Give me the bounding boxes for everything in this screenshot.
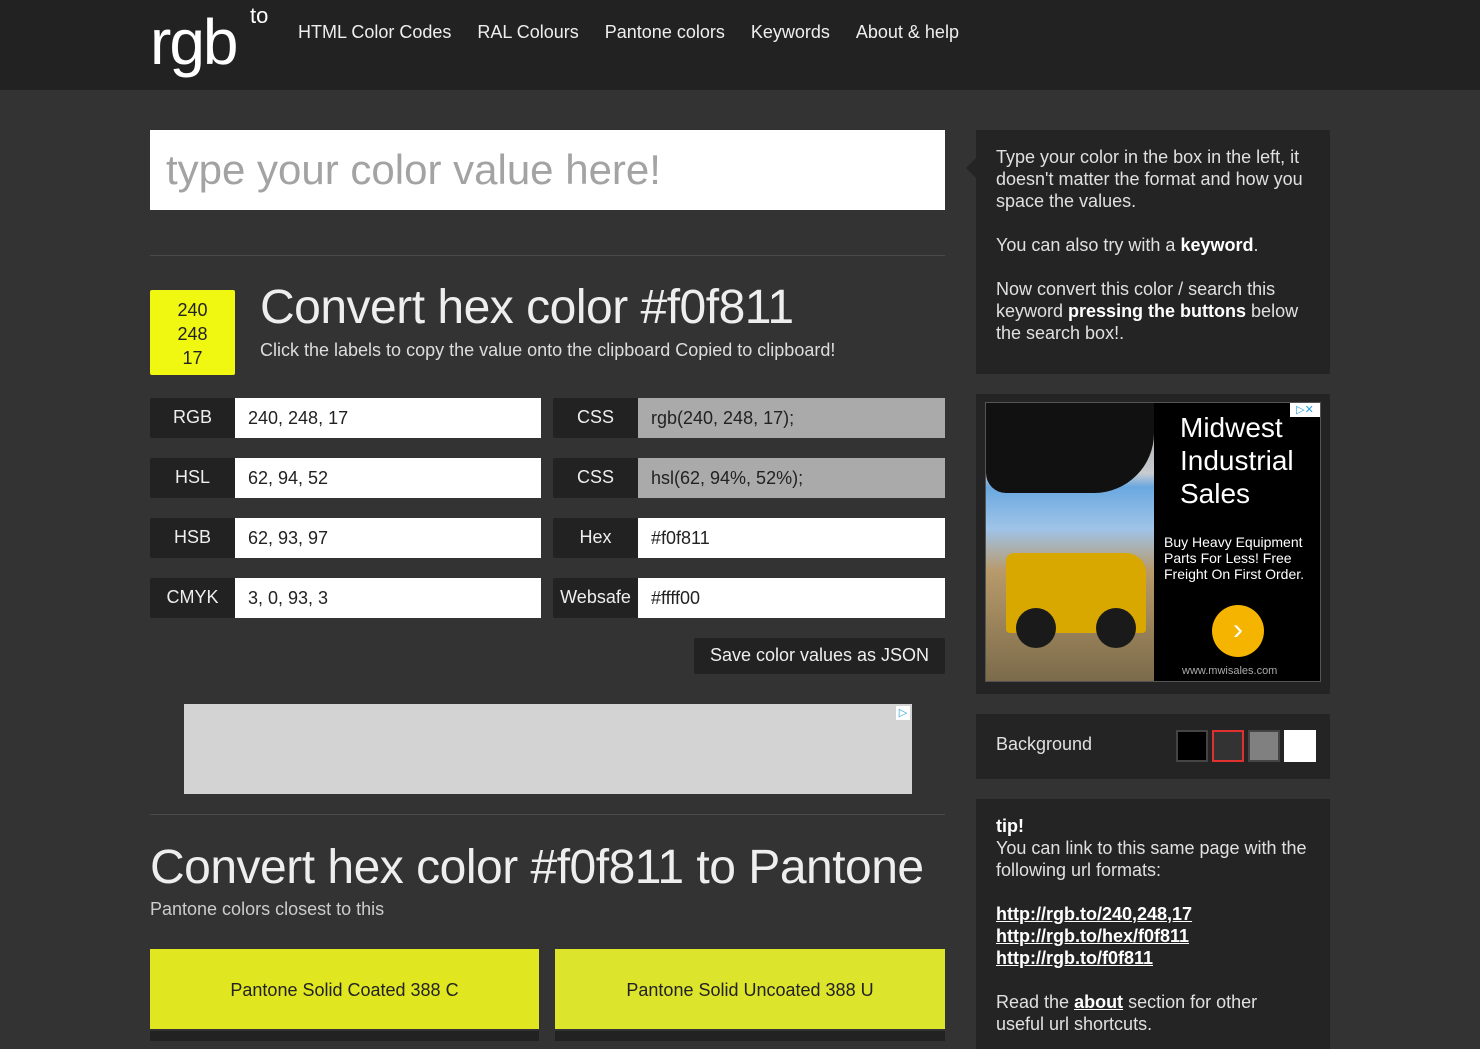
websafe-value[interactable]: #ffff00 bbox=[638, 578, 945, 618]
tip-intro: You can link to this same page with the … bbox=[996, 838, 1307, 880]
help-text-2: You can also try with a keyword. bbox=[996, 235, 1259, 255]
websafe-row: Websafe #ffff00 bbox=[553, 578, 945, 618]
pantone-coated-name: Pantone Solid Coated 388 C bbox=[230, 980, 459, 1000]
css-hsl-row: CSS hsl(62, 94%, 52%); bbox=[553, 458, 945, 498]
bg-swatch-white[interactable] bbox=[1284, 730, 1316, 762]
hsl-row: HSL 62, 94, 52 bbox=[150, 458, 541, 498]
logo-text: rgb bbox=[150, 6, 238, 78]
websafe-label[interactable]: Websafe bbox=[553, 578, 638, 618]
rgb-row: RGB 240, 248, 17 bbox=[150, 398, 541, 438]
background-label: Background bbox=[996, 734, 1093, 754]
help-panel: Type your color in the box in the left, … bbox=[966, 130, 1330, 374]
hsb-label[interactable]: HSB bbox=[150, 518, 235, 558]
banner-ad[interactable]: ▷ bbox=[184, 704, 912, 794]
nav-about-help[interactable]: About & help bbox=[856, 20, 959, 44]
hsl-value[interactable]: 62, 94, 52 bbox=[235, 458, 541, 498]
ad-truck-wheel bbox=[1016, 608, 1056, 648]
swatch-blue: 17 bbox=[182, 348, 203, 368]
copy-instructions: Click the labels to copy the value onto … bbox=[260, 340, 836, 360]
background-panel: Background bbox=[976, 714, 1330, 779]
pantone-title: Convert hex color #f0f811 to Pantone bbox=[150, 841, 924, 894]
help-text-1: Type your color in the box in the left, … bbox=[996, 147, 1303, 211]
swatch-red: 240 bbox=[177, 300, 208, 320]
color-swatch: 240 248 17 bbox=[150, 290, 235, 375]
divider bbox=[150, 255, 945, 256]
css-rgb-row: CSS rgb(240, 248, 17); bbox=[553, 398, 945, 438]
css-rgb-label[interactable]: CSS bbox=[553, 398, 638, 438]
tip-panel: tip! You can link to this same page with… bbox=[976, 799, 1330, 1049]
pantone-subtitle: Pantone colors closest to this bbox=[150, 899, 385, 919]
ad-photo-blot bbox=[986, 403, 1154, 493]
bg-swatch-black[interactable] bbox=[1176, 730, 1208, 762]
tip-heading: tip! bbox=[996, 816, 1024, 836]
bg-swatch-grey[interactable] bbox=[1248, 730, 1280, 762]
main-nav: HTML Color Codes RAL Colours Pantone col… bbox=[298, 20, 985, 44]
swatch-green: 248 bbox=[177, 324, 208, 344]
sidebar-ad-panel: Midwest Industrial Sales Buy Heavy Equip… bbox=[976, 394, 1330, 694]
adchoices-icon[interactable]: ▷ bbox=[896, 706, 910, 720]
top-navbar: rgb to HTML Color Codes RAL Colours Panto… bbox=[0, 0, 1480, 90]
logo-superscript: to bbox=[250, 3, 269, 28]
pointer-arrow bbox=[966, 158, 976, 178]
tip-link-rgb[interactable]: http://rgb.to/240,248,17 bbox=[996, 903, 1310, 925]
pantone-coated-card[interactable]: Pantone Solid Coated 388 C bbox=[150, 949, 539, 1029]
ad-url: www.mwisales.com bbox=[1182, 665, 1278, 677]
pantone-uncoated-name: Pantone Solid Uncoated 388 U bbox=[626, 980, 874, 1000]
cmyk-value[interactable]: 3, 0, 93, 3 bbox=[235, 578, 541, 618]
sidebar-ad[interactable]: Midwest Industrial Sales Buy Heavy Equip… bbox=[985, 402, 1321, 682]
tip-link-short[interactable]: http://rgb.to/f0f811 bbox=[996, 947, 1310, 969]
help-text-3: Now convert this color / search this key… bbox=[996, 279, 1299, 343]
ad-truck-wheel bbox=[1096, 608, 1136, 648]
nav-keywords[interactable]: Keywords bbox=[751, 20, 830, 44]
chevron-right-icon[interactable]: › bbox=[1212, 605, 1264, 657]
nav-pantone-colors[interactable]: Pantone colors bbox=[605, 20, 725, 44]
hsb-value[interactable]: 62, 93, 97 bbox=[235, 518, 541, 558]
ad-body: Buy Heavy Equipment Parts For Less! Free… bbox=[1164, 534, 1305, 582]
hsl-label[interactable]: HSL bbox=[150, 458, 235, 498]
hex-label[interactable]: Hex bbox=[553, 518, 638, 558]
css-rgb-value[interactable]: rgb(240, 248, 17); bbox=[638, 398, 945, 438]
cmyk-label[interactable]: CMYK bbox=[150, 578, 235, 618]
site-logo[interactable]: rgb to bbox=[150, 2, 268, 82]
pantone-uncoated-card[interactable]: Pantone Solid Uncoated 388 U bbox=[555, 949, 945, 1029]
about-link[interactable]: about bbox=[1074, 992, 1123, 1012]
pantone-uncoated-values bbox=[555, 1031, 945, 1041]
tip-outro: Read the about section for other useful … bbox=[996, 992, 1258, 1034]
ad-headline[interactable]: Midwest Industrial Sales bbox=[1180, 411, 1320, 510]
tip-links: http://rgb.to/240,248,17 http://rgb.to/h… bbox=[996, 903, 1310, 969]
bg-swatch-dark[interactable] bbox=[1212, 730, 1244, 762]
pantone-coated-values bbox=[150, 1031, 539, 1041]
page-title: Convert hex color #f0f811 bbox=[260, 281, 794, 334]
rgb-label[interactable]: RGB bbox=[150, 398, 235, 438]
nav-html-color-codes[interactable]: HTML Color Codes bbox=[298, 20, 451, 44]
adchoices-close-icon[interactable]: ▷✕ bbox=[1290, 403, 1320, 417]
hsb-row: HSB 62, 93, 97 bbox=[150, 518, 541, 558]
color-search-box bbox=[150, 130, 945, 210]
nav-ral-colours[interactable]: RAL Colours bbox=[477, 20, 578, 44]
css-hsl-value[interactable]: hsl(62, 94%, 52%); bbox=[638, 458, 945, 498]
rgb-value[interactable]: 240, 248, 17 bbox=[235, 398, 541, 438]
hex-value[interactable]: #f0f811 bbox=[638, 518, 945, 558]
css-hsl-label[interactable]: CSS bbox=[553, 458, 638, 498]
tip-link-hex[interactable]: http://rgb.to/hex/f0f811 bbox=[996, 925, 1310, 947]
divider bbox=[150, 814, 945, 815]
color-search-input[interactable] bbox=[150, 130, 945, 210]
save-json-button[interactable]: Save color values as JSON bbox=[694, 638, 945, 674]
hex-row: Hex #f0f811 bbox=[553, 518, 945, 558]
cmyk-row: CMYK 3, 0, 93, 3 bbox=[150, 578, 541, 618]
